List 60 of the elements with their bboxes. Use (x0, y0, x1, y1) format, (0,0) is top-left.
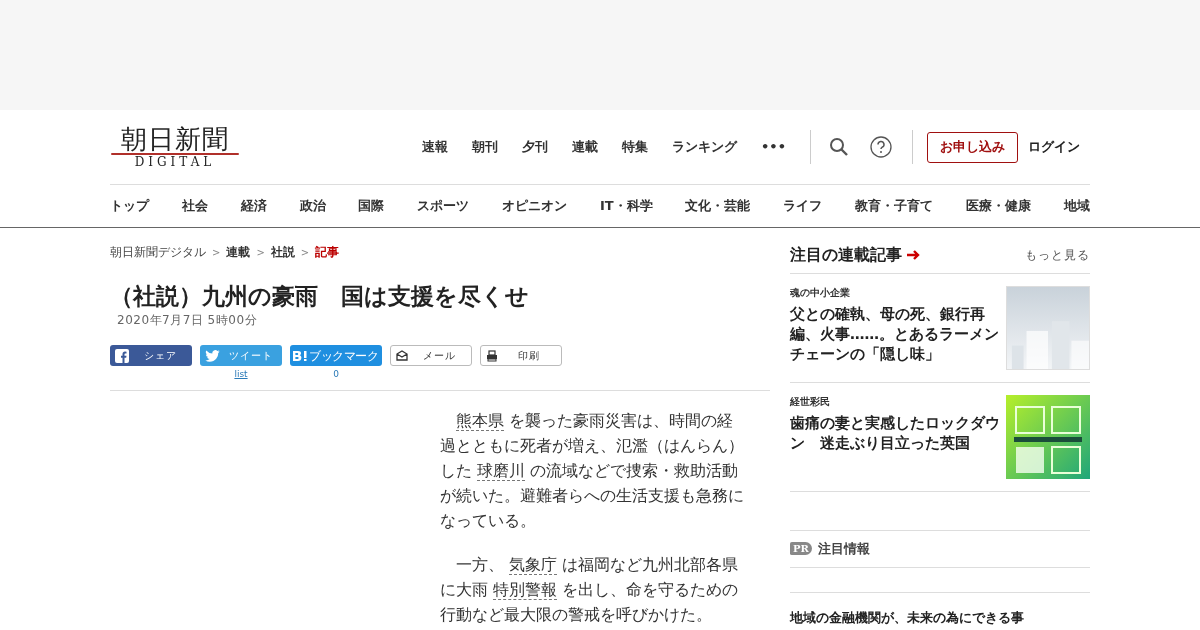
more-link[interactable]: もっと見る (1025, 246, 1090, 264)
series-label: 魂の中小企業 (790, 286, 851, 300)
nav-link[interactable]: 特集 (616, 137, 655, 157)
nav-link[interactable]: 速報 (416, 137, 455, 157)
category-tab[interactable]: 医療・健康 (966, 196, 1031, 216)
pr-badge: PR (790, 542, 812, 556)
breadcrumb-separator: > (212, 245, 221, 260)
category-tab[interactable]: ライフ (783, 196, 823, 216)
breadcrumb-link[interactable]: 社説 (270, 243, 295, 261)
section-heading: 注目の連載記事 (790, 244, 902, 266)
printer-icon (486, 349, 498, 362)
category-tab[interactable]: スポーツ (417, 196, 470, 216)
category-tab[interactable]: オピニオン (502, 196, 568, 216)
breadcrumb-link[interactable]: 連載 (226, 243, 251, 261)
category-tab[interactable]: 経済 (240, 196, 267, 216)
category-tab[interactable]: 国際 (358, 196, 385, 216)
breadcrumb-separator: > (300, 245, 310, 260)
nav-link[interactable]: ランキング (666, 137, 744, 157)
category-tab[interactable]: 文化・芸能 (685, 196, 751, 216)
term-link[interactable]: 球磨川 (477, 460, 526, 481)
breadcrumb-separator: > (256, 245, 265, 260)
bookmark-logo-icon (292, 349, 308, 362)
arrow-icon (906, 249, 921, 261)
section-heading: 注目情報 (817, 540, 870, 558)
nav-link[interactable]: 朝刊 (466, 137, 505, 157)
paragraph: 一方、 気象庁 は福岡など九州北部各県に大雨 特別警報 を出し、命を守るための行動など最大限の警戒を呼びかけた。 (440, 553, 740, 626)
term-link[interactable]: 気象庁 (509, 554, 558, 575)
term-link[interactable]: 特別警報 (493, 579, 558, 600)
share-button[interactable]: シェア (110, 345, 192, 366)
article-link[interactable]: 歯痛の妻と実感したロックダウン 迷走ぶり目立った英国 (790, 413, 1002, 453)
envelope-icon (396, 350, 408, 361)
sponsored-link[interactable]: 地域の金融機関が、未来の為にできる事 (790, 609, 1024, 625)
search-icon[interactable] (829, 137, 849, 157)
nav-link[interactable]: 夕刊 (516, 137, 555, 157)
category-tab[interactable]: 地域 (1063, 196, 1090, 216)
article-title: （社説）九州の豪雨 国は支援を尽くせ (110, 282, 530, 311)
breadcrumb-link[interactable]: 朝日新聞デジタル (110, 243, 206, 261)
category-tab[interactable]: 政治 (299, 196, 326, 216)
series-label: 経世彩民 (790, 395, 831, 409)
subscribe-button[interactable]: お申し込み (927, 131, 1018, 163)
bird-icon (205, 349, 220, 362)
breadcrumb-link[interactable]: 記事 (315, 243, 340, 261)
category-tab[interactable]: トップ (110, 196, 149, 216)
nav-link[interactable]: 連載 (566, 137, 605, 157)
category-tab[interactable]: IT・科学 (599, 196, 653, 216)
share-count[interactable]: 0 (333, 368, 339, 382)
category-tab[interactable]: 社会 (181, 196, 208, 216)
help-icon[interactable] (870, 136, 892, 158)
term-link[interactable]: 熊本県 (456, 410, 504, 431)
login-link[interactable]: ログイン (1028, 137, 1080, 157)
share-count[interactable]: list (234, 368, 248, 382)
share-button[interactable]: 印刷 (480, 345, 562, 366)
site-logo[interactable]: 朝日新聞 DIGITAL (110, 125, 240, 169)
article-link[interactable]: 父との確執、母の死、銀行再編、火事……。とあるラーメンチェーンの「隠し味」 (790, 304, 1002, 364)
facebook-icon (115, 348, 129, 363)
nav-link[interactable]: ••• (755, 137, 792, 157)
category-tab[interactable]: 教育・子育て (855, 196, 934, 216)
publish-date: 2020年7月7日 5時00分 (117, 312, 259, 329)
paragraph: 熊本県 を襲った豪雨災害は、時間の経過とともに死者が増え、氾濫（はんらん）した 球磨川 の流域などで捜索・救助活動が続いた。避難者らへの生活支援も急務になっている。 (440, 409, 745, 532)
share-button[interactable]: メール (390, 345, 472, 366)
